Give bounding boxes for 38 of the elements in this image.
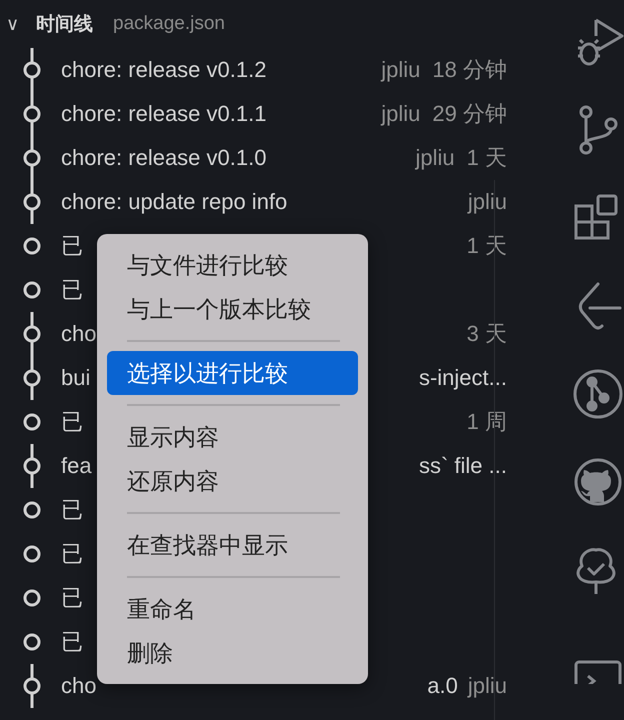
entry-label[interactable]: ss` file ... — [418, 453, 507, 479]
time-label: 29 分钟 — [432, 100, 507, 128]
panel-title: 时间线 — [36, 13, 93, 37]
menu-item[interactable]: 删除 — [107, 631, 358, 675]
entry-label[interactable]: bui — [61, 365, 90, 391]
author-label: jpliu — [381, 57, 420, 83]
author-label: jpliu — [468, 189, 507, 215]
menu-item[interactable]: 显示内容 — [107, 415, 358, 459]
author-label: jpliu — [416, 145, 455, 171]
entry-label[interactable]: chore: release v0.1.1 — [61, 101, 266, 127]
menu-item[interactable]: 重命名 — [107, 587, 358, 631]
author-label: jpliu — [381, 101, 420, 127]
menu-item[interactable]: 选择以进行比较 — [107, 351, 358, 395]
entry-label[interactable]: chore: release v0.1.0 — [61, 145, 266, 171]
author-label: jpliu — [468, 673, 507, 699]
entry-label[interactable]: 已 — [61, 583, 83, 613]
menu-item[interactable]: 在查找器中显示 — [107, 523, 358, 567]
menu-item[interactable]: 还原内容 — [107, 459, 358, 503]
entry-label[interactable]: chore: release v0.1.2 — [61, 57, 266, 83]
menu-item[interactable]: 与上一个版本比较 — [107, 287, 358, 331]
entry-label[interactable]: 已 — [61, 275, 83, 305]
entry-label[interactable]: cho — [61, 321, 96, 347]
entry-label[interactable]: cho — [61, 673, 96, 699]
time-label: 1 周 — [466, 408, 507, 436]
entry-label[interactable]: 已 — [61, 539, 83, 569]
entry-label[interactable]: 已 — [61, 407, 83, 437]
menu-item[interactable]: 与文件进行比较 — [107, 243, 358, 287]
entry-label[interactable]: s-inject... — [418, 365, 507, 391]
file-name: package.json — [113, 13, 225, 35]
collapse-chevron[interactable]: ∨ — [6, 14, 28, 34]
entry-label[interactable]: 已 — [61, 627, 83, 657]
time-label: 18 分钟 — [432, 56, 507, 84]
entry-label[interactable]: 已 — [61, 231, 83, 261]
entry-label[interactable]: a.0 — [427, 673, 458, 699]
entry-label[interactable]: 已 — [61, 495, 83, 525]
entry-label[interactable]: chore: update repo info — [61, 189, 288, 215]
time-label: 1 天 — [466, 144, 507, 172]
entry-label[interactable]: fea — [61, 453, 92, 479]
